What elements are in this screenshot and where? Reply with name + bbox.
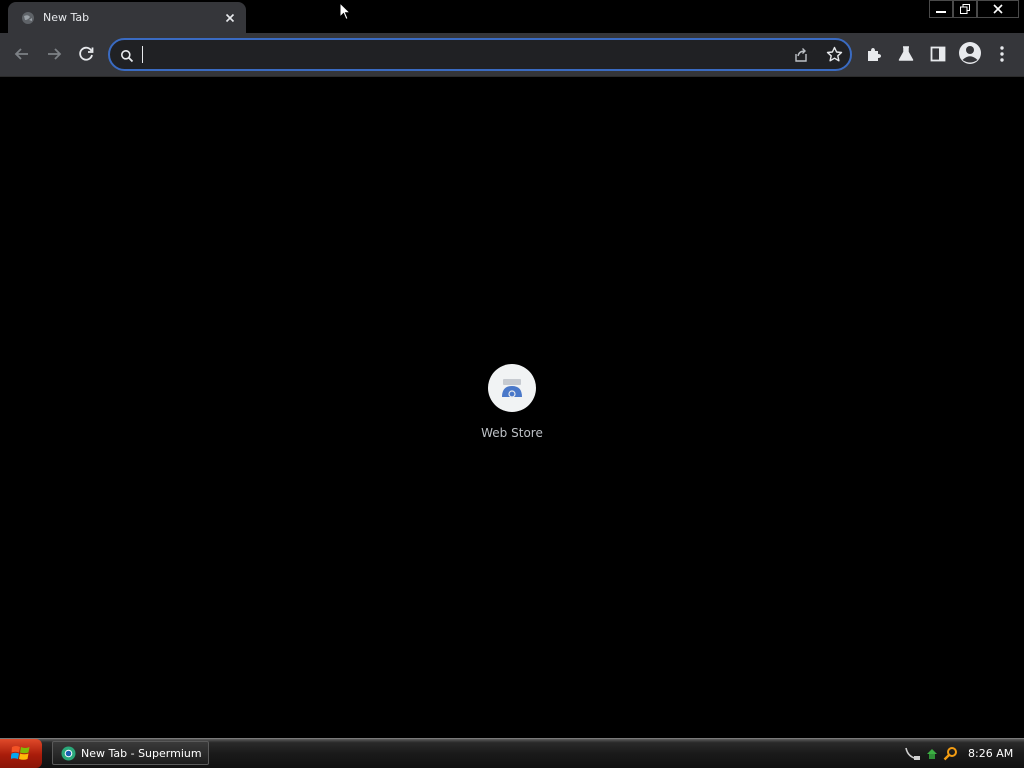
- side-panel-icon[interactable]: [927, 43, 949, 65]
- browser-toolbar: [0, 33, 1024, 77]
- taskbar-item-label: New Tab - Supermium: [81, 747, 202, 760]
- kebab-menu-icon[interactable]: [991, 43, 1013, 65]
- arrow-right-icon[interactable]: [43, 43, 65, 65]
- restore-icon: [960, 4, 970, 14]
- shortcut-tile: [488, 364, 536, 412]
- reload-icon[interactable]: [75, 43, 97, 65]
- restore-button[interactable]: [953, 0, 977, 18]
- tab-title: New Tab: [43, 11, 90, 24]
- taskbar-item-supermium[interactable]: New Tab - Supermium: [52, 741, 209, 765]
- taskbar: New Tab - Supermium 8:26 AM: [0, 738, 1024, 768]
- close-icon: [993, 4, 1003, 14]
- minimize-icon: [936, 11, 946, 13]
- text-caret: [142, 46, 143, 63]
- search-tray-icon[interactable]: [943, 746, 958, 765]
- start-button[interactable]: [0, 739, 42, 768]
- share-icon[interactable]: [793, 47, 809, 67]
- minimize-button[interactable]: [929, 0, 953, 18]
- search-icon: [120, 48, 134, 67]
- avatar-icon[interactable]: [958, 41, 982, 65]
- puzzle-icon[interactable]: [863, 43, 885, 65]
- tab-strip: New Tab: [0, 0, 1024, 33]
- windows-logo-icon: [11, 746, 30, 760]
- system-tray: 8:26 AM: [900, 739, 1024, 768]
- address-input[interactable]: [140, 45, 780, 65]
- safely-remove-hardware-icon[interactable]: [925, 746, 940, 765]
- globe-icon: [21, 10, 35, 24]
- new-tab-page: Web Store: [0, 77, 1024, 738]
- network-icon[interactable]: [905, 746, 921, 765]
- web-store-icon: [502, 379, 522, 398]
- supermium-icon: [61, 746, 76, 765]
- flask-icon[interactable]: [895, 43, 917, 65]
- arrow-left-icon[interactable]: [11, 43, 33, 65]
- address-bar[interactable]: [108, 38, 852, 71]
- tab-new-tab[interactable]: New Tab: [8, 2, 246, 33]
- shortcut-label: Web Store: [481, 426, 543, 440]
- clock[interactable]: 8:26 AM: [968, 747, 1013, 760]
- mouse-pointer-icon: [339, 1, 352, 26]
- close-icon[interactable]: [223, 10, 237, 24]
- star-icon[interactable]: [826, 46, 843, 67]
- close-window-button[interactable]: [977, 0, 1019, 18]
- shortcut-web-store[interactable]: Web Store: [466, 364, 558, 444]
